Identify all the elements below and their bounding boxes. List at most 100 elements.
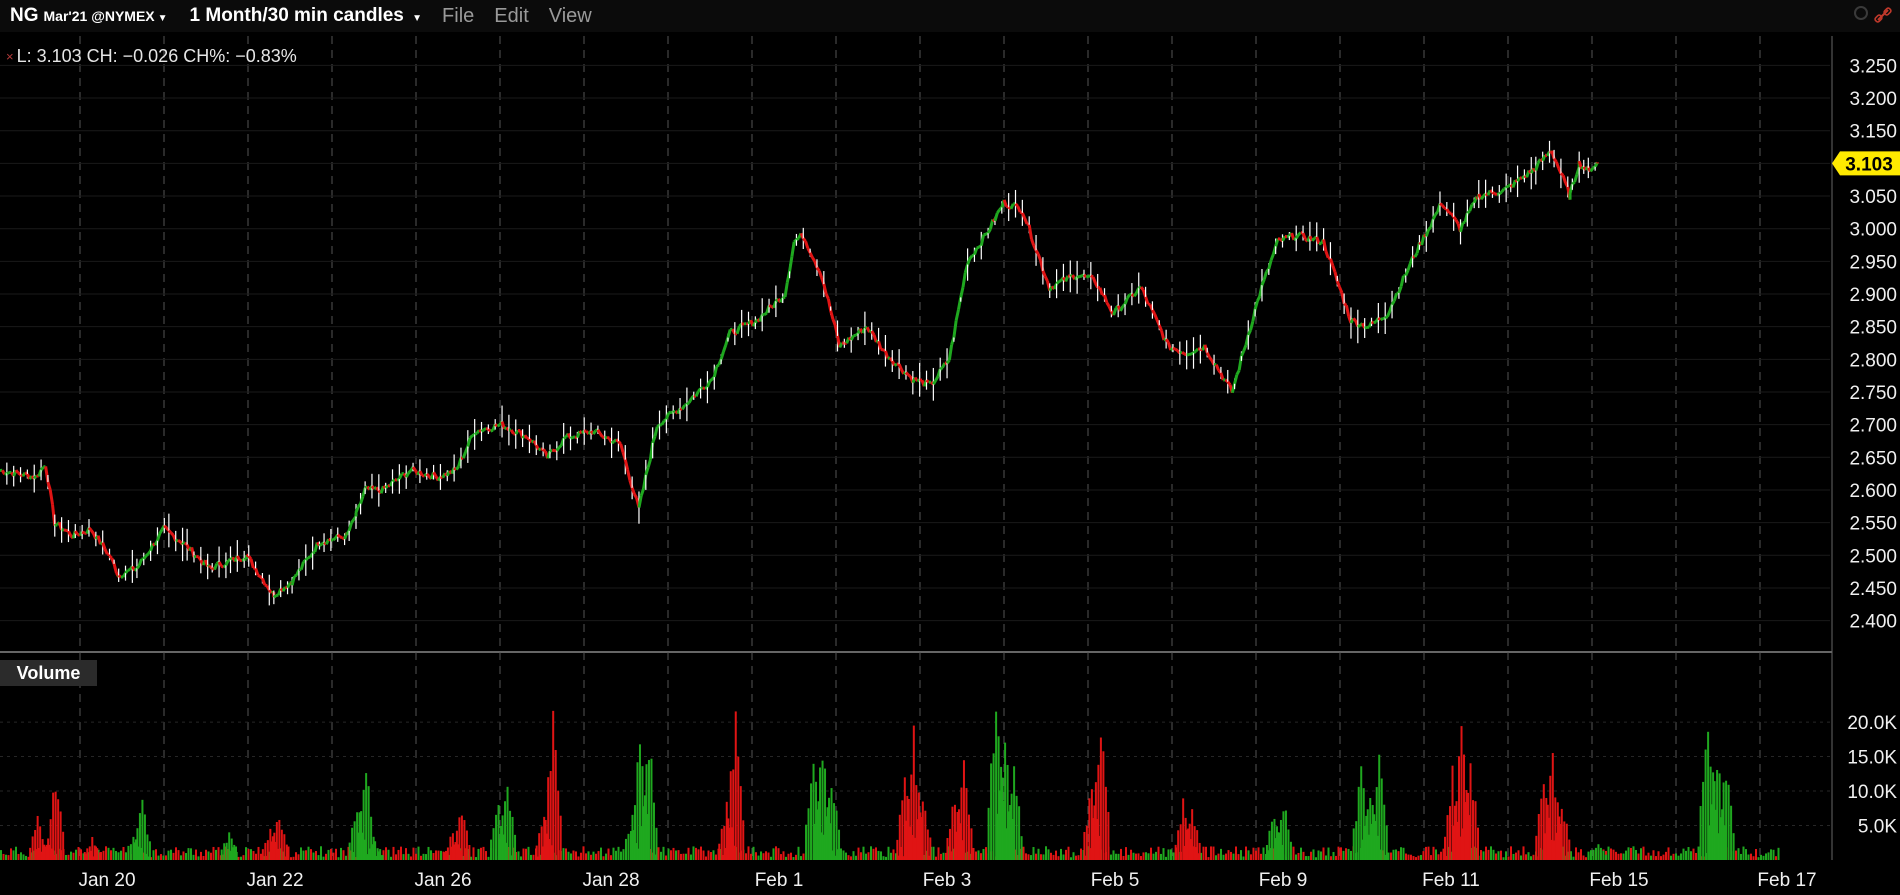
price-segment <box>1297 231 1302 236</box>
price-segment <box>1573 174 1579 183</box>
volume-bar <box>557 790 560 860</box>
volume-bar <box>330 848 332 860</box>
volume-bar <box>1088 798 1091 860</box>
price-segment <box>108 554 113 560</box>
price-segment <box>1494 192 1498 196</box>
volume-bar <box>762 853 765 860</box>
volume-bar <box>823 834 826 860</box>
price-segment <box>802 237 807 243</box>
volume-bar <box>544 819 547 860</box>
volume-bar <box>1317 850 1320 860</box>
volume-bar <box>371 844 374 860</box>
price-segment <box>272 594 278 599</box>
volume-bar <box>1230 851 1232 860</box>
volume-bar <box>345 855 347 860</box>
volume-bar <box>1268 830 1271 860</box>
volume-bar <box>1487 849 1490 860</box>
price-segment <box>1561 174 1567 184</box>
price-segment <box>952 320 958 338</box>
volume-bar <box>190 848 192 860</box>
price-segment <box>1172 346 1176 351</box>
price-segment <box>293 573 298 578</box>
volume-bar <box>1025 853 1027 860</box>
volume-bar <box>504 801 507 860</box>
price-segment <box>1445 208 1451 214</box>
price-segment <box>811 256 816 262</box>
volume-bar <box>1740 853 1742 860</box>
price-segment <box>1043 275 1049 282</box>
volume-bar <box>297 854 300 860</box>
volume-bar <box>1370 823 1373 860</box>
price-segment <box>646 459 652 468</box>
volume-bar <box>1072 852 1075 860</box>
volume-bar <box>617 846 620 860</box>
price-segment <box>1277 237 1281 241</box>
volume-bar <box>1558 816 1561 860</box>
volume-bar <box>480 847 482 860</box>
volume-bar <box>797 846 800 860</box>
volume-bar <box>80 849 82 860</box>
price-segment <box>1269 253 1275 261</box>
volume-bar <box>1722 782 1725 860</box>
volume-bar <box>1172 852 1175 860</box>
volume-bar <box>580 852 582 860</box>
volume-bar <box>1520 855 1522 860</box>
legend-close-icon[interactable]: × <box>6 49 14 64</box>
volume-bar <box>1125 847 1127 860</box>
volume-bar <box>670 850 672 860</box>
price-segment <box>976 245 980 250</box>
volume-bar <box>1075 855 1077 860</box>
volume-bar <box>442 851 445 860</box>
volume-bar <box>278 819 281 860</box>
volume-bar <box>602 856 605 860</box>
price-segment <box>1014 202 1019 208</box>
volume-bar <box>1599 847 1602 860</box>
volume-bar <box>1327 847 1330 860</box>
price-segment <box>397 473 404 480</box>
volume-bar <box>828 797 831 860</box>
volume-bar <box>376 848 379 860</box>
volume-bar <box>718 843 721 860</box>
volume-bar <box>907 799 910 860</box>
volume-bar <box>1417 855 1420 860</box>
volume-bar <box>192 854 195 860</box>
volume-bar <box>770 856 772 860</box>
volume-bar <box>460 815 463 860</box>
volume-bar <box>1446 815 1449 860</box>
price-segment <box>509 429 515 435</box>
volume-bar <box>597 851 600 860</box>
volume-bar <box>385 847 387 860</box>
volume-bar <box>177 850 180 860</box>
volume-bar <box>1699 806 1702 860</box>
volume-bar <box>415 853 417 860</box>
volume-bar <box>83 852 86 860</box>
volume-bar <box>1030 855 1032 860</box>
volume-bar <box>1070 857 1072 860</box>
volume-bar <box>1375 787 1378 860</box>
volume-bar <box>93 845 96 860</box>
volume-bar <box>1177 830 1180 860</box>
volume-bar <box>228 832 231 860</box>
volume-bar <box>1170 849 1172 860</box>
volume-bar <box>1130 849 1132 860</box>
volume-bar <box>152 850 155 860</box>
volume-bar <box>787 853 790 860</box>
volume-bar <box>1127 854 1130 860</box>
volume-panel-label: Volume <box>0 660 97 686</box>
volume-bar <box>1045 846 1047 860</box>
price-segment <box>925 379 930 384</box>
volume-bar <box>77 846 80 860</box>
volume-bar <box>260 853 262 860</box>
price-volume-chart[interactable]: 3.2503.2003.1503.1003.0503.0002.9502.900… <box>0 0 1900 895</box>
volume-bar <box>400 846 402 860</box>
price-segment <box>137 558 143 567</box>
volume-bar <box>992 753 995 860</box>
price-segment <box>626 469 632 481</box>
volume-bar <box>412 847 415 860</box>
volume-bar <box>1530 856 1532 860</box>
volume-bar <box>65 854 67 860</box>
volume-bar <box>1660 856 1662 860</box>
volume-bar <box>845 852 847 860</box>
x-tick-label: Feb 9 <box>1259 870 1308 891</box>
volume-bar <box>280 829 283 860</box>
